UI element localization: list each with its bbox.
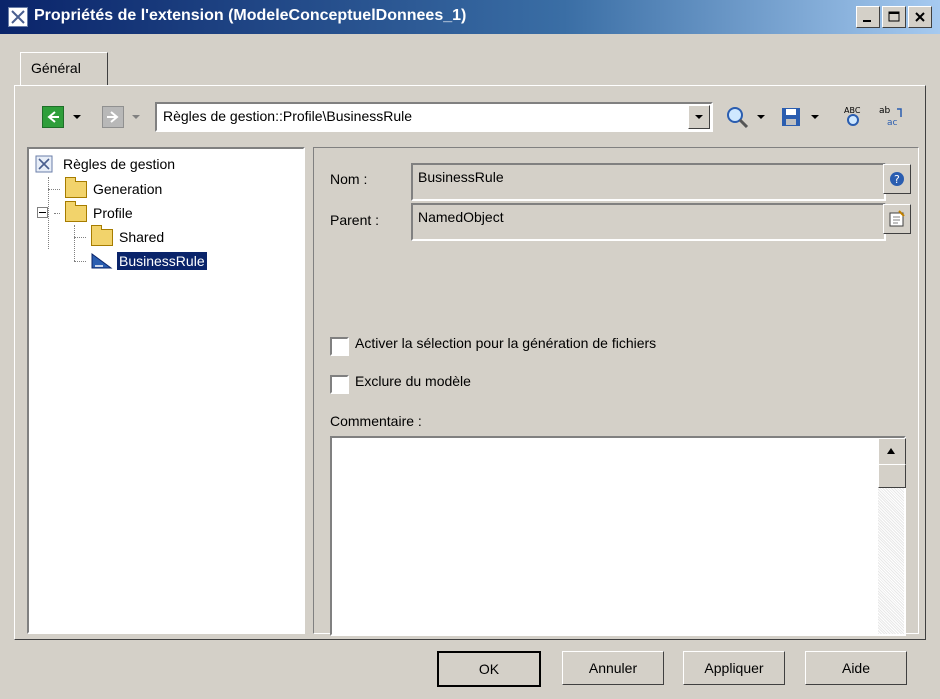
extension-icon [8, 7, 28, 27]
tree-item-label: Generation [93, 181, 163, 197]
minimize-button[interactable] [856, 6, 880, 28]
save-button[interactable] [778, 104, 804, 130]
back-icon [47, 111, 59, 123]
tree-item-label: Profile [93, 205, 133, 221]
stereotype-icon [91, 253, 113, 269]
save-icon [782, 108, 800, 126]
minimize-icon [863, 20, 871, 22]
tree-root-label: Règles de gestion [63, 156, 176, 172]
svg-text:?: ? [894, 173, 900, 186]
forward-dropdown[interactable] [131, 112, 141, 122]
svg-text:ABC: ABC [844, 106, 861, 115]
name-label: Nom : [330, 171, 368, 187]
scroll-thumb[interactable] [878, 464, 906, 488]
help-button[interactable]: Aide [805, 651, 907, 685]
scroll-up-button[interactable] [878, 438, 906, 466]
folder-open-icon [65, 200, 87, 222]
replace-button[interactable]: ab ac [876, 102, 906, 130]
ok-label: OK [478, 661, 500, 677]
properties-icon [889, 210, 905, 227]
parent-properties-button[interactable] [883, 204, 911, 234]
save-dropdown[interactable] [810, 112, 820, 122]
svg-text:ab: ab [879, 106, 891, 116]
minus-icon [39, 212, 46, 213]
comment-label: Commentaire : [330, 413, 422, 429]
tab-general[interactable]: Général [20, 52, 108, 86]
close-button[interactable] [908, 6, 932, 28]
find-icon [727, 107, 749, 129]
close-icon [915, 12, 925, 22]
ok-button[interactable]: OK [437, 651, 541, 687]
find-button[interactable] [724, 104, 750, 130]
replace-icon: ab ac [879, 106, 902, 128]
path-combo[interactable]: Règles de gestion::Profile\BusinessRule [155, 102, 713, 132]
apply-button[interactable]: Appliquer [683, 651, 785, 685]
name-info-button[interactable]: ? [883, 164, 911, 194]
tree-item-label: Shared [119, 229, 165, 245]
back-dropdown[interactable] [72, 112, 82, 122]
path-dropdown-button[interactable] [688, 105, 710, 129]
forward-icon [107, 111, 119, 123]
generation-checkbox-label: Activer la sélection pour la génération … [355, 335, 657, 351]
cancel-button[interactable]: Annuler [562, 651, 664, 685]
collapse-toggle[interactable] [37, 207, 48, 218]
path-value: Règles de gestion::Profile\BusinessRule [163, 108, 413, 124]
tree-item-shared[interactable]: Shared [91, 224, 165, 249]
arrow-up-icon [887, 448, 895, 454]
maximize-button[interactable] [882, 6, 906, 28]
comment-textarea[interactable] [330, 436, 906, 636]
name-field[interactable]: BusinessRule [411, 163, 886, 201]
parent-field[interactable]: NamedObject [411, 203, 886, 241]
tree-item-generation[interactable]: Generation [65, 176, 163, 201]
tree-root[interactable]: Règles de gestion [35, 152, 175, 176]
exclude-checkbox-label: Exclure du modèle [355, 373, 471, 389]
folder-icon [65, 176, 87, 198]
title-bar[interactable]: Propriétés de l'extension (ModeleConcept… [0, 0, 940, 34]
tree-item-businessrule[interactable]: BusinessRule [91, 249, 207, 273]
chevron-down-icon [695, 115, 703, 119]
spell-check-icon: ABC [844, 106, 861, 126]
info-icon: ? [890, 172, 904, 186]
svg-text:ac: ac [887, 118, 898, 128]
spell-check-button[interactable]: ABC [840, 102, 868, 130]
tree-item-label: BusinessRule [117, 252, 207, 270]
generation-checkbox[interactable] [330, 337, 349, 356]
folder-icon [91, 224, 113, 246]
back-button[interactable] [42, 106, 64, 128]
tree-item-profile[interactable]: Profile [65, 200, 133, 225]
extension-tree[interactable]: Règles de gestion Generation Profile Sha… [27, 147, 305, 634]
exclude-checkbox[interactable] [330, 375, 349, 394]
window-title: Propriétés de l'extension (ModeleConcept… [34, 7, 467, 24]
forward-button[interactable] [102, 106, 124, 128]
extension-icon [35, 155, 53, 173]
maximize-icon [888, 11, 900, 22]
comment-scrollbar[interactable] [878, 438, 906, 634]
parent-label: Parent : [330, 212, 380, 228]
find-dropdown[interactable] [756, 112, 766, 122]
